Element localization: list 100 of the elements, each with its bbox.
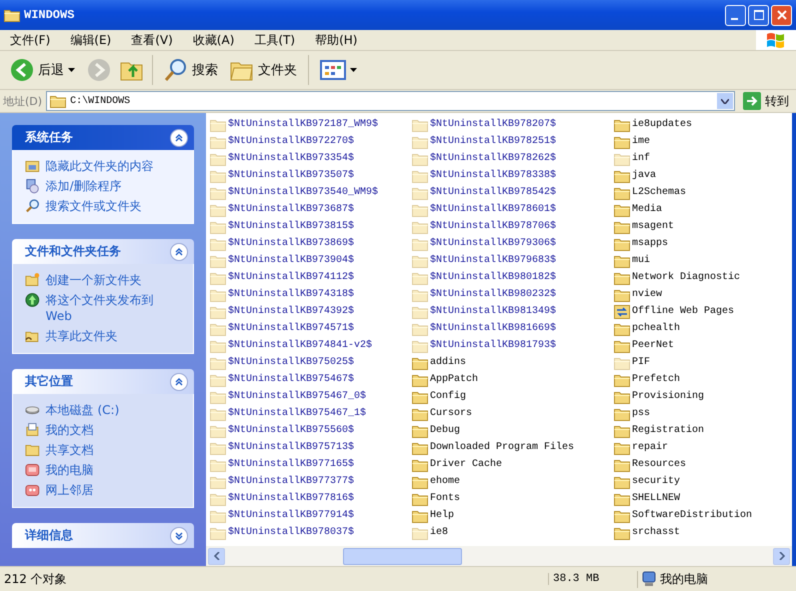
file-name[interactable]: $NtUninstallKB979683$	[430, 255, 556, 266]
menu-item[interactable]: 查看(V)	[121, 32, 183, 48]
file-name[interactable]: srchasst	[632, 527, 680, 538]
file-name[interactable]: msapps	[632, 238, 668, 249]
file-name[interactable]: L2Schemas	[632, 187, 686, 198]
file-name[interactable]: $NtUninstallKB973540_WM9$	[228, 187, 378, 198]
file-name[interactable]: Fonts	[430, 493, 460, 504]
menu-item[interactable]: 编辑(E)	[60, 32, 122, 48]
file-name[interactable]: Media	[632, 204, 662, 215]
panel-header[interactable]: 系统任务	[12, 125, 194, 150]
file-name[interactable]: mui	[632, 255, 650, 266]
file-name[interactable]: Registration	[632, 425, 704, 436]
file-name[interactable]: SoftwareDistribution	[632, 510, 752, 521]
file-name[interactable]: security	[632, 476, 680, 487]
task-link[interactable]: 我的电脑	[46, 462, 183, 478]
task-link[interactable]: 共享文档	[46, 442, 183, 458]
collapse-chevron-icon[interactable]	[170, 242, 188, 260]
file-name[interactable]: ie8	[430, 527, 448, 538]
file-name[interactable]: SHELLNEW	[632, 493, 680, 504]
menu-item[interactable]: 收藏(A)	[182, 32, 244, 48]
file-name[interactable]: $NtUninstallKB978207$	[430, 119, 556, 130]
file-name[interactable]: $NtUninstallKB975713$	[228, 442, 354, 453]
file-name[interactable]: $NtUninstallKB978037$	[228, 527, 354, 538]
file-name[interactable]: Offline Web Pages	[632, 306, 734, 317]
scrollbar-thumb[interactable]	[343, 548, 462, 564]
back-button[interactable]: 后退	[6, 56, 79, 84]
file-name[interactable]: addins	[430, 357, 466, 368]
close-button[interactable]	[771, 4, 792, 26]
file-name[interactable]: repair	[632, 442, 668, 453]
file-name[interactable]: $NtUninstallKB974392$	[228, 306, 354, 317]
collapse-chevron-icon[interactable]	[170, 372, 188, 390]
file-name[interactable]: Prefetch	[632, 374, 680, 385]
file-name[interactable]: $NtUninstallKB972270$	[228, 136, 354, 147]
file-name[interactable]: $NtUninstallKB978706$	[430, 221, 556, 232]
file-name[interactable]: $NtUninstallKB981349$	[430, 306, 556, 317]
folders-button[interactable]: 文件夹	[226, 57, 301, 83]
file-name[interactable]: $NtUninstallKB978251$	[430, 136, 556, 147]
file-name[interactable]: Provisioning	[632, 391, 704, 402]
file-name[interactable]: Cursors	[430, 408, 472, 419]
minimize-button[interactable]	[725, 4, 746, 26]
file-name[interactable]: $NtUninstallKB973904$	[228, 255, 354, 266]
expand-chevron-icon[interactable]	[170, 526, 188, 544]
file-name[interactable]: $NtUninstallKB974571$	[228, 323, 354, 334]
task-link[interactable]: 搜索文件或文件夹	[46, 198, 183, 214]
file-name[interactable]: $NtUninstallKB973869$	[228, 238, 354, 249]
file-name[interactable]: $NtUninstallKB973354$	[228, 153, 354, 164]
file-name[interactable]: Driver Cache	[430, 459, 502, 470]
maximize-button[interactable]	[748, 4, 769, 26]
file-name[interactable]: $NtUninstallKB975467_0$	[228, 391, 366, 402]
file-name[interactable]: $NtUninstallKB973687$	[228, 204, 354, 215]
file-name[interactable]: pchealth	[632, 323, 680, 334]
task-link[interactable]: 添加/删除程序	[46, 178, 183, 194]
file-name[interactable]: $NtUninstallKB974318$	[228, 289, 354, 300]
file-name[interactable]: $NtUninstallKB978338$	[430, 170, 556, 181]
file-name[interactable]: $NtUninstallKB977914$	[228, 510, 354, 521]
file-name[interactable]: Resources	[632, 459, 686, 470]
file-name[interactable]: nview	[632, 289, 662, 300]
file-name[interactable]: AppPatch	[430, 374, 478, 385]
task-link[interactable]: 网上邻居	[46, 482, 183, 498]
panel-header[interactable]: 详细信息	[12, 523, 194, 548]
file-name[interactable]: PIF	[632, 357, 650, 368]
file-name[interactable]: $NtUninstallKB972187_WM9$	[228, 119, 378, 130]
file-name[interactable]: $NtUninstallKB981793$	[430, 340, 556, 351]
file-name[interactable]: $NtUninstallKB977165$	[228, 459, 354, 470]
dropdown-button[interactable]	[716, 92, 734, 110]
search-button[interactable]: 搜索	[160, 56, 222, 84]
file-name[interactable]: $NtUninstallKB975560$	[228, 425, 354, 436]
file-name[interactable]: msagent	[632, 221, 674, 232]
file-name[interactable]: $NtUninstallKB975025$	[228, 357, 354, 368]
file-name[interactable]: Debug	[430, 425, 460, 436]
file-name[interactable]: $NtUninstallKB977377$	[228, 476, 354, 487]
file-name[interactable]: $NtUninstallKB980182$	[430, 272, 556, 283]
file-name[interactable]: $NtUninstallKB974841-v2$	[228, 340, 372, 351]
file-name[interactable]: Config	[430, 391, 466, 402]
file-name[interactable]: $NtUninstallKB975467$	[228, 374, 354, 385]
file-name[interactable]: $NtUninstallKB974112$	[228, 272, 354, 283]
task-link[interactable]: 共享此文件夹	[46, 328, 183, 344]
file-name[interactable]: $NtUninstallKB980232$	[430, 289, 556, 300]
collapse-chevron-icon[interactable]	[170, 128, 188, 146]
file-name[interactable]: $NtUninstallKB973815$	[228, 221, 354, 232]
task-link[interactable]: 隐藏此文件夹的内容	[46, 158, 183, 174]
menu-item[interactable]: 文件(F)	[0, 32, 60, 48]
task-link[interactable]: 本地磁盘 (C:)	[46, 402, 183, 418]
file-name[interactable]: $NtUninstallKB977816$	[228, 493, 354, 504]
file-name[interactable]: pss	[632, 408, 650, 419]
panel-header[interactable]: 其它位置	[12, 369, 194, 394]
menu-item[interactable]: 帮助(H)	[305, 32, 368, 48]
file-name[interactable]: $NtUninstallKB978601$	[430, 204, 556, 215]
address-field[interactable]: C:\WINDOWS	[46, 91, 735, 111]
file-name[interactable]: $NtUninstallKB978262$	[430, 153, 556, 164]
file-name[interactable]: PeerNet	[632, 340, 674, 351]
go-button[interactable]: 转到	[739, 92, 793, 110]
file-name[interactable]: ie8updates	[632, 119, 692, 130]
scroll-left-button[interactable]	[208, 548, 225, 564]
file-name[interactable]: java	[632, 170, 656, 181]
file-name[interactable]: $NtUninstallKB981669$	[430, 323, 556, 334]
scroll-right-button[interactable]	[773, 548, 790, 564]
file-name[interactable]: ime	[632, 136, 650, 147]
task-link[interactable]: 创建一个新文件夹	[46, 272, 183, 288]
task-link[interactable]: 我的文档	[46, 422, 183, 438]
